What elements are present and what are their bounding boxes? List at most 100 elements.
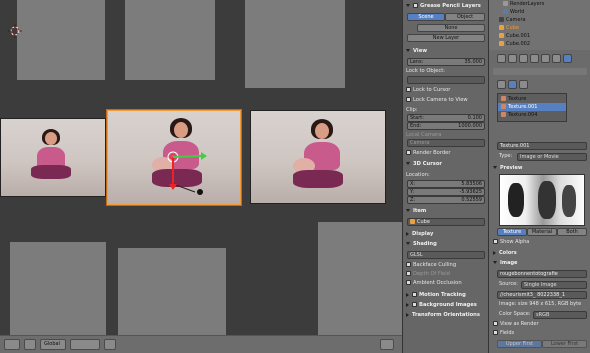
lens-field[interactable]: Lens: 35.000 bbox=[407, 58, 485, 66]
background-images-header[interactable]: Background Images bbox=[406, 301, 486, 309]
source-select[interactable]: Single Image bbox=[521, 281, 587, 289]
lock-object-field[interactable] bbox=[407, 76, 485, 84]
gpencil-header[interactable]: Grease Pencil Layers bbox=[406, 2, 486, 10]
gpencil-scene-button[interactable]: Scene bbox=[407, 13, 445, 21]
ambient-occlusion-option[interactable]: Ambient Occlusion bbox=[406, 279, 486, 287]
outliner-item-cube-002[interactable]: Cube.002 bbox=[489, 40, 590, 48]
render-border-option[interactable]: Render Border bbox=[406, 149, 486, 157]
girl-face bbox=[315, 123, 329, 139]
context-tabs bbox=[491, 54, 589, 64]
gpencil-checkbox[interactable] bbox=[413, 3, 418, 8]
texture-slot[interactable]: Texture.004 bbox=[498, 111, 566, 119]
gpencil-object-button[interactable]: Object bbox=[445, 13, 485, 21]
girl-legs bbox=[293, 170, 343, 188]
texture-slot-selected[interactable]: Texture.001 bbox=[498, 103, 566, 111]
fields-option[interactable]: Fields bbox=[493, 330, 514, 337]
material-tab-icon[interactable] bbox=[552, 54, 561, 63]
shading-button[interactable] bbox=[24, 339, 36, 350]
lower-first-button[interactable]: Lower First bbox=[542, 340, 587, 348]
view-header[interactable]: View bbox=[406, 47, 486, 55]
colors-header[interactable]: Colors bbox=[493, 250, 517, 257]
snap-button[interactable] bbox=[104, 339, 116, 350]
3d-cursor-header[interactable]: 3D Cursor bbox=[406, 160, 486, 168]
renderlayers-icon bbox=[503, 1, 508, 6]
properties-n-panel: Grease Pencil Layers Scene Object None N… bbox=[402, 0, 488, 353]
photo-plane-left[interactable] bbox=[0, 118, 106, 197]
editor-type-button[interactable] bbox=[4, 339, 20, 350]
outliner-item-world[interactable]: World bbox=[489, 8, 590, 16]
new-layer-button[interactable]: New Layer bbox=[407, 34, 485, 42]
display-header[interactable]: Display bbox=[406, 230, 486, 238]
3d-cursor-icon[interactable] bbox=[8, 24, 22, 38]
texture-slot[interactable]: Texture bbox=[498, 95, 566, 103]
outliner-item-cube-001[interactable]: Cube.001 bbox=[489, 32, 590, 40]
item-name-field[interactable]: Cube bbox=[407, 218, 485, 226]
depth-of-field-option[interactable]: Depth Of Field bbox=[406, 270, 486, 278]
texture-name-field[interactable]: Texture.001 bbox=[497, 142, 587, 150]
object-tab-icon[interactable] bbox=[530, 54, 539, 63]
texture-slot-list: Texture Texture.001 Texture.004 bbox=[497, 93, 567, 122]
lock-camera-option[interactable]: Lock Camera to View bbox=[406, 96, 486, 104]
plane-bottom-middle bbox=[118, 248, 226, 335]
layers-button[interactable] bbox=[70, 339, 100, 350]
plane-bottom-right bbox=[318, 222, 402, 335]
girl-face bbox=[45, 132, 57, 145]
image-info: Image: size 948 x 615, RGB byte bbox=[499, 301, 582, 307]
clip-end-field[interactable]: End: 1000.000 bbox=[407, 122, 485, 130]
image-path-field[interactable]: //cheurismit3_ 8022338_1 bbox=[497, 291, 587, 299]
3d-viewport[interactable] bbox=[0, 0, 402, 353]
cursor-z-field[interactable]: Z: 0.52559 bbox=[407, 196, 485, 204]
scene-tab-icon[interactable] bbox=[508, 54, 517, 63]
girl-face bbox=[174, 122, 188, 138]
clip-start-field[interactable]: Start: 0.100 bbox=[407, 114, 485, 122]
world-tab-icon[interactable] bbox=[519, 54, 528, 63]
texture-icon bbox=[501, 112, 506, 117]
girl-legs bbox=[31, 165, 71, 179]
image-header[interactable]: Image bbox=[493, 260, 517, 267]
preview-both-tab[interactable]: Both bbox=[557, 228, 587, 236]
image-datablock-field[interactable]: rougebonnentotografie bbox=[497, 270, 587, 278]
gpencil-none-button[interactable]: None bbox=[417, 24, 485, 32]
show-alpha-option[interactable]: Show Alpha bbox=[493, 239, 529, 246]
backface-culling-option[interactable]: Backface Culling bbox=[406, 261, 486, 269]
local-camera-field[interactable]: Camera bbox=[407, 139, 485, 147]
clip-label: Clip: bbox=[406, 107, 418, 113]
upper-first-button[interactable]: Upper First bbox=[497, 340, 542, 348]
world-texture-icon[interactable] bbox=[497, 80, 506, 89]
preview-material-tab[interactable]: Material bbox=[527, 228, 557, 236]
mesh-icon bbox=[499, 25, 504, 30]
shading-header[interactable]: Shading bbox=[406, 240, 486, 248]
texture-preview-image bbox=[499, 174, 585, 226]
color-space-select[interactable]: sRGB bbox=[533, 311, 587, 319]
cursor-x-field[interactable]: X: 5.83506 bbox=[407, 180, 485, 188]
motion-tracking-header[interactable]: Motion Tracking bbox=[406, 291, 486, 299]
texture-tab-icon[interactable] bbox=[563, 54, 572, 63]
world-icon bbox=[503, 9, 508, 14]
render-tab-icon[interactable] bbox=[497, 54, 506, 63]
transform-orientations-header[interactable]: Transform Orientations bbox=[406, 311, 486, 319]
material-texture-icon[interactable] bbox=[508, 80, 517, 89]
outliner-item-camera[interactable]: Camera bbox=[489, 16, 590, 24]
view-as-render-option[interactable]: View as Render bbox=[493, 321, 539, 328]
lock-to-cursor-option[interactable]: Lock to Cursor bbox=[406, 86, 486, 94]
render-preview-button[interactable] bbox=[380, 339, 394, 350]
photo-plane-right[interactable] bbox=[250, 110, 386, 204]
outliner-item-cube[interactable]: Cube bbox=[489, 24, 590, 32]
texture-type-select[interactable]: Image or Movie bbox=[517, 153, 587, 161]
item-header[interactable]: Item bbox=[406, 207, 486, 215]
plane-top-left bbox=[17, 0, 105, 80]
outliner-item-renderlayers[interactable]: RenderLayers bbox=[489, 0, 590, 8]
modifier-tab-icon[interactable] bbox=[541, 54, 550, 63]
brush-texture-icon[interactable] bbox=[519, 80, 528, 89]
texture-icon bbox=[501, 104, 506, 109]
shading-mode-select[interactable]: GLSL bbox=[407, 251, 485, 259]
cursor-y-field[interactable]: Y: -5.93625 bbox=[407, 188, 485, 196]
transform-manipulator-icon[interactable] bbox=[165, 148, 210, 198]
mesh-icon bbox=[499, 33, 504, 38]
transform-orientation-select[interactable]: Global bbox=[40, 339, 66, 350]
preview-header[interactable]: Preview bbox=[493, 165, 523, 172]
type-label: Type: bbox=[499, 153, 513, 159]
local-camera-label: Local Camera bbox=[406, 132, 442, 138]
preview-texture-tab[interactable]: Texture bbox=[497, 228, 527, 236]
location-label: Location: bbox=[406, 172, 430, 178]
